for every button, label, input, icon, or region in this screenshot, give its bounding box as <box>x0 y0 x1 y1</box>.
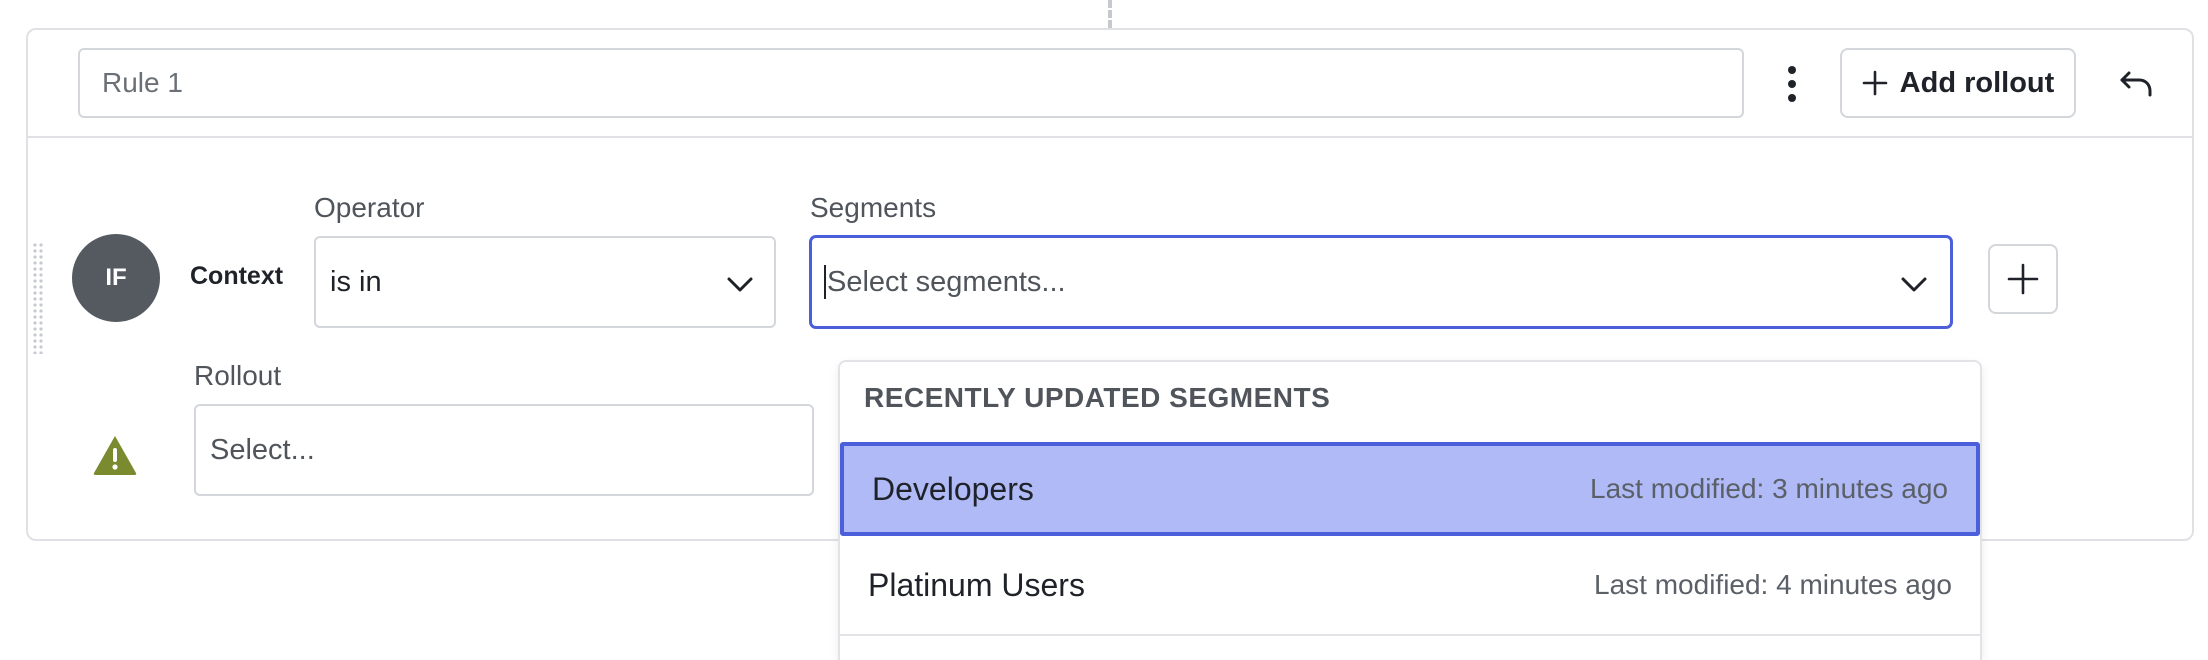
segment-option-platinum-users[interactable]: Platinum Users Last modified: 4 minutes … <box>840 538 1980 632</box>
warning-icon <box>93 436 137 475</box>
option-name: Developers <box>872 470 1034 507</box>
chevron-down-icon <box>1901 277 1927 292</box>
dropdown-group-header: RECENTLY UPDATED SEGMENTS <box>864 382 1331 413</box>
text-caret <box>824 265 826 299</box>
rollout-select[interactable]: Select... <box>194 404 814 496</box>
plus-icon <box>2007 263 2039 295</box>
rule-connector-line <box>1108 0 1112 28</box>
segments-select[interactable]: Select segments... <box>810 236 1952 328</box>
operator-label: Operator <box>314 192 425 223</box>
add-rollout-button[interactable]: Add rollout <box>1840 48 2076 118</box>
if-badge: IF <box>72 234 160 322</box>
option-last-modified: Last modified: 3 minutes ago <box>1590 473 1948 504</box>
rule-name-input[interactable] <box>78 48 1744 118</box>
dropdown-divider <box>840 634 1980 636</box>
operator-select[interactable]: is in <box>314 236 776 328</box>
segment-option-developers[interactable]: Developers Last modified: 3 minutes ago <box>840 442 1980 536</box>
rule-card: Add rollout IF Context Operator is in Se… <box>26 28 2194 660</box>
option-name: Platinum Users <box>868 566 1085 603</box>
context-attribute-label: Context <box>190 262 284 290</box>
add-rollout-label: Add rollout <box>1899 66 2055 99</box>
option-last-modified: Last modified: 4 minutes ago <box>1594 569 1952 600</box>
segments-label: Segments <box>810 192 937 223</box>
kebab-menu-icon <box>1788 66 1796 102</box>
rule-options-button[interactable] <box>1764 56 1820 112</box>
undo-icon <box>2120 71 2152 97</box>
rule-header: Add rollout <box>28 30 2192 138</box>
rollout-label: Rollout <box>194 360 282 391</box>
undo-button[interactable] <box>2108 56 2164 112</box>
plus-icon <box>1862 70 1887 96</box>
add-clause-button[interactable] <box>1988 244 2058 314</box>
operator-value: is in <box>330 265 382 298</box>
chevron-down-icon <box>727 277 753 292</box>
drag-handle[interactable] <box>32 242 44 354</box>
segments-placeholder: Select segments... <box>827 265 1066 298</box>
rollout-placeholder: Select... <box>210 433 315 466</box>
segments-dropdown-menu: RECENTLY UPDATED SEGMENTS Developers Las… <box>838 360 1982 660</box>
